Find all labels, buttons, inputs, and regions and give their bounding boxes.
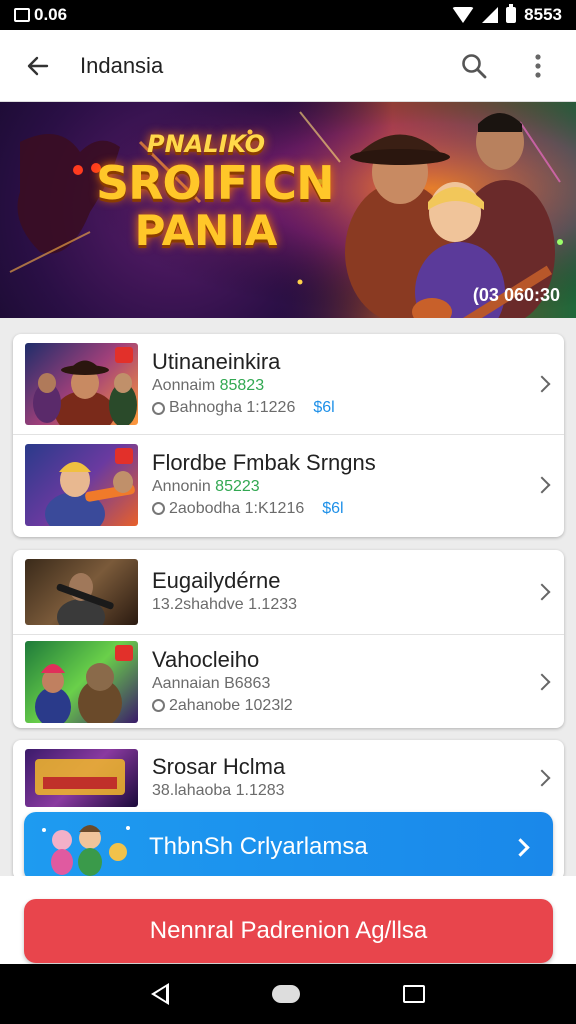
thumbnail-art [45, 447, 135, 526]
search-button[interactable] [454, 46, 494, 86]
banner-title-line-2: PANIA [134, 206, 278, 255]
item-footer-text: 13.2shahdve 1.1233 [152, 596, 298, 613]
item-meta-value: 85823 [219, 377, 265, 394]
thumbnail-art [33, 347, 137, 425]
item-text: Srosar Hclma 38.lahaoba 1.1283 [152, 754, 564, 802]
item-thumbnail [25, 640, 138, 723]
clock-icon [152, 401, 165, 415]
photo-icon [14, 8, 30, 22]
item-thumbnail [25, 749, 138, 807]
primary-action-button[interactable]: Nennral Padrenion Ag/llsa [24, 899, 553, 963]
clock-icon [152, 699, 165, 712]
item-title: Srosar Hclma [152, 754, 286, 779]
item-meta-label: Annonin [152, 477, 211, 495]
item-meta: Aonnaim 85823 [152, 375, 564, 397]
item-meta-label: Aannaian [152, 674, 220, 692]
item-footer-text: 2ahanobe 1023l2 [169, 696, 293, 714]
thumbnail-art [35, 759, 125, 795]
list-card: Eugailydérne 13.2shahdve 1.1233 Vahoclei… [13, 550, 564, 728]
list-item[interactable]: Flordbe Fmbak Srngns Annonin 85223 2aobo… [13, 434, 564, 534]
app-bar: Indansia [0, 30, 576, 102]
search-icon [462, 53, 487, 78]
nav-recents-icon[interactable] [402, 985, 425, 1003]
item-footer: 2ahanobe 1023l2 [152, 695, 564, 717]
item-title: Eugailydérne [152, 568, 281, 593]
banner-subtitle: PNALIKO [147, 130, 265, 158]
promo-label: ThbnSh Crlyarlamsa [149, 833, 368, 860]
item-text: Utinaneinkira Aonnaim 85823 Bahnogha 1:1… [152, 349, 564, 419]
status-right: 8553 [452, 4, 562, 25]
banner-title-line-1: SROIFICN [96, 156, 335, 210]
nav-home-icon[interactable] [271, 985, 300, 1003]
item-footer-text: 2aobodha 1:K1216 [169, 499, 305, 517]
item-title: Utinaneinkira [152, 349, 281, 374]
page-title: Indansia [80, 52, 164, 78]
promo-banner[interactable]: ThbnSh Crlyarlamsa [24, 812, 553, 882]
item-title: Vahocleiho [152, 646, 260, 672]
banner-overlay-text: (03 060:30 [472, 285, 560, 305]
status-bar: 0.06 8553 [0, 0, 576, 30]
status-time-left: 0.06 [34, 5, 68, 24]
clock-icon [152, 502, 165, 515]
item-footer-text: 38.lahaoba 1.1283 [152, 782, 285, 799]
status-time-right: 8553 [524, 5, 562, 24]
list-item[interactable]: Srosar Hclma 38.lahaoba 1.1283 [13, 740, 564, 816]
list-item[interactable]: Eugailydérne 13.2shahdve 1.1233 [13, 550, 564, 634]
system-nav-bar [0, 964, 576, 1024]
item-text: Eugailydérne 13.2shahdve 1.1233 [152, 568, 564, 616]
item-thumbnail [25, 559, 138, 625]
item-title: Flordbe Fmbak Srngns [152, 449, 376, 475]
promo-artwork [24, 812, 139, 882]
item-meta-value: 85223 [215, 477, 260, 495]
list-item[interactable]: Utinaneinkira Aonnaim 85823 Bahnogha 1:1… [13, 334, 564, 434]
banner-title: PNALIKO SROIFICN PANIA [96, 130, 335, 255]
battery-icon [506, 4, 517, 23]
thumbnail-art [56, 573, 114, 625]
item-text: Vahocleiho Aannaian B6863 2ahanobe 1023l… [152, 647, 564, 717]
item-meta-label: Aonnaim [152, 377, 216, 394]
item-footer-text: Bahnogha 1:1226 [169, 399, 296, 416]
item-price: $6l [322, 499, 344, 517]
promo-characters [42, 825, 130, 876]
item-price: $6l [313, 399, 335, 416]
list-item[interactable]: Vahocleiho Aannaian B6863 2ahanobe 1023l… [13, 634, 564, 728]
item-thumbnail [25, 343, 138, 425]
back-button[interactable] [18, 46, 58, 86]
list-card: Utinaneinkira Aonnaim 85823 Bahnogha 1:1… [13, 334, 564, 537]
item-footer: 2aobodha 1:K1216 $6l [152, 498, 564, 520]
item-text: Flordbe Fmbak Srngns Annonin 85223 2aobo… [152, 450, 564, 520]
wifi-icon [452, 7, 475, 23]
thumbnail-art [35, 644, 133, 723]
item-meta-value: B6863 [224, 674, 271, 692]
item-meta: Aannaian B6863 [152, 673, 564, 695]
item-thumbnail [25, 443, 138, 526]
chevron-right-icon [511, 837, 530, 857]
item-meta: Annonin 85223 [152, 476, 564, 498]
status-left: 0.06 [14, 5, 67, 25]
hero-banner[interactable]: PNALIKO SROIFICN PANIA (03 060:30 [0, 102, 576, 318]
back-arrow-icon [27, 56, 49, 75]
more-options-button[interactable] [518, 46, 558, 86]
nav-back-icon[interactable] [151, 983, 170, 1005]
item-footer: Bahnogha 1:1226 $6l [152, 397, 564, 419]
more-vert-icon [535, 53, 541, 78]
signal-icon [482, 7, 499, 23]
